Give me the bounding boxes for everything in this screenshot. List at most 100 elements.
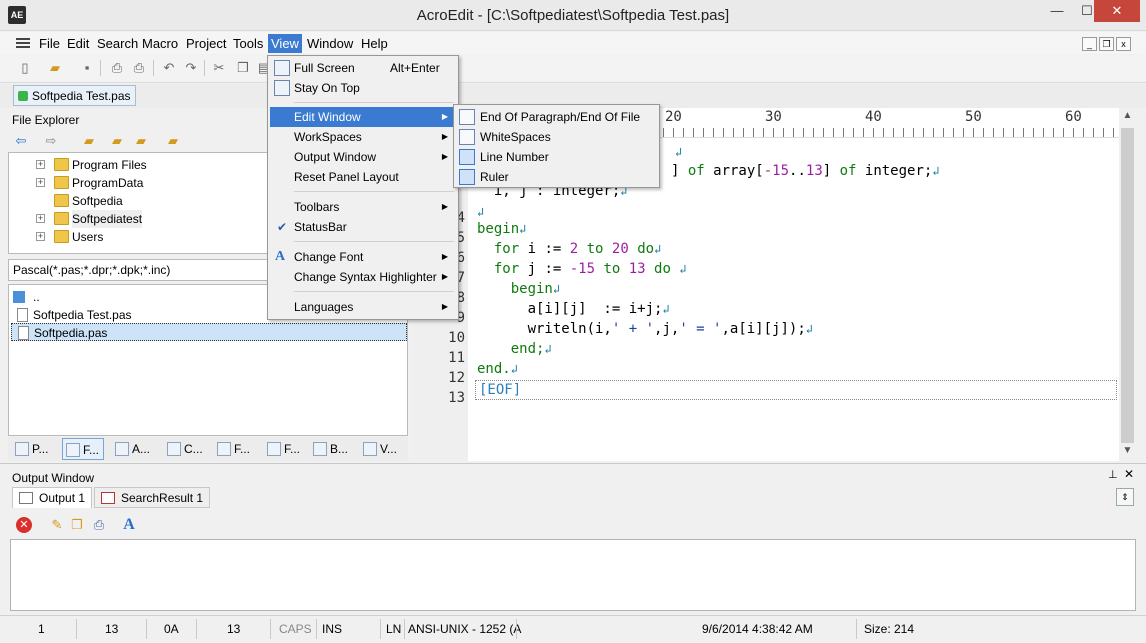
menu-edit[interactable]: Edit — [64, 34, 92, 53]
tab-c[interactable]: C... — [164, 438, 207, 460]
status-datetime: 9/6/2014 4:38:42 AM — [702, 622, 813, 636]
forward-icon[interactable]: ⇨ — [42, 132, 60, 150]
copy-output-icon[interactable]: ❐ — [68, 516, 86, 534]
add-folder-icon[interactable]: ▰ — [108, 132, 126, 150]
new-file-icon[interactable]: ▯ — [16, 59, 34, 77]
submenu-arrow-icon: ▶ — [441, 152, 448, 161]
menu-macro[interactable]: Macro — [139, 34, 181, 53]
folder-options-icon[interactable]: ▰ — [132, 132, 150, 150]
stay-on-top-icon — [274, 80, 290, 96]
print-icon[interactable]: ⎙ — [130, 59, 148, 77]
close-button[interactable]: ✕ — [1094, 0, 1140, 22]
pin-icon[interactable]: ⊥ — [1108, 468, 1118, 481]
print-preview-icon[interactable]: ⎙ — [108, 59, 126, 77]
code-line: begin↲ — [477, 281, 561, 297]
mdi-minimize-icon[interactable]: _ — [1082, 37, 1097, 51]
scroll-down-icon[interactable]: ▼ — [1119, 445, 1136, 456]
file-icon — [18, 326, 29, 340]
submenu-end-of-paragraph[interactable]: End Of Paragraph/End Of File — [456, 107, 657, 127]
output-icon — [19, 492, 33, 504]
submenu-arrow-icon: ▶ — [441, 272, 448, 281]
code-line: for i := 2 to 20 do↲ — [477, 241, 662, 257]
doc-menu-icon[interactable] — [16, 35, 32, 51]
new-folder-icon[interactable]: ▰ — [80, 132, 98, 150]
tab-output-1[interactable]: Output 1 — [12, 487, 93, 508]
copy-icon[interactable]: ❐ — [234, 59, 252, 77]
submenu-arrow-icon: ▶ — [441, 112, 448, 121]
menu-search[interactable]: Search — [94, 34, 141, 53]
mdi-close-icon[interactable]: x — [1116, 37, 1131, 51]
clip-icon — [167, 442, 181, 456]
status-col: 13 — [105, 622, 119, 636]
menu-tools[interactable]: Tools — [230, 34, 266, 53]
tab-projects[interactable]: P... — [12, 438, 52, 460]
minimize-button[interactable]: — — [1040, 0, 1074, 22]
submenu-ruler[interactable]: Ruler — [456, 167, 657, 187]
file-icon — [17, 308, 28, 322]
menu-output-window[interactable]: Output Window ▶ — [270, 147, 456, 167]
menu-edit-window[interactable]: Edit Window ▶ — [270, 107, 456, 127]
expand-icon[interactable]: + — [36, 160, 45, 169]
submenu-whitespaces[interactable]: WhiteSpaces — [456, 127, 657, 147]
redo-icon[interactable]: ↷ — [182, 59, 200, 77]
tab-b[interactable]: B... — [310, 438, 352, 460]
mdi-window-buttons: _ ❐ x — [1080, 36, 1131, 51]
menu-toolbars[interactable]: Toolbars ▶ — [270, 197, 456, 217]
clear-icon[interactable]: ✕ — [16, 517, 32, 533]
menu-change-font[interactable]: A Change Font ▶ — [270, 247, 456, 267]
scrollbar-thumb[interactable] — [1121, 128, 1134, 443]
menu-window[interactable]: Window — [304, 34, 356, 53]
tab-a[interactable]: A... — [112, 438, 154, 460]
tab-search-result-1[interactable]: SearchResult 1 — [94, 487, 211, 508]
menu-file[interactable]: File — [36, 34, 63, 53]
mdi-restore-icon[interactable]: ❐ — [1099, 37, 1114, 51]
output-tabs: Output 1 SearchResult 1 ⇕ — [8, 487, 1138, 508]
parent-folder-icon — [13, 291, 25, 303]
back-icon[interactable]: ⇦ — [12, 132, 30, 150]
expand-icon[interactable]: + — [36, 178, 45, 187]
font-icon[interactable]: A — [120, 516, 138, 534]
undo-icon[interactable]: ↶ — [160, 59, 178, 77]
code-line: end;↲ — [477, 341, 552, 357]
output-close-icon[interactable]: ✕ — [1124, 467, 1134, 481]
menu-project[interactable]: Project — [183, 34, 229, 53]
expand-icon[interactable]: + — [36, 232, 45, 241]
favorites-folder-icon[interactable]: ▰ — [164, 132, 182, 150]
status-line: 1 — [38, 622, 45, 636]
document-tab[interactable]: Softpedia Test.pas — [13, 85, 136, 106]
output-dropdown-icon[interactable]: ⇕ — [1116, 488, 1134, 506]
menu-view[interactable]: View — [268, 34, 302, 53]
folder-icon — [54, 158, 69, 171]
menu-full-screen[interactable]: Full Screen Alt+Enter — [270, 58, 456, 78]
output-text-area[interactable] — [10, 539, 1136, 611]
tab-f1[interactable]: F... — [214, 438, 254, 460]
code-line: end.↲ — [477, 361, 518, 377]
menu-reset-panel-layout[interactable]: Reset Panel Layout — [270, 167, 456, 187]
tab-v[interactable]: V... — [360, 438, 401, 460]
menu-stay-on-top[interactable]: Stay On Top — [270, 78, 456, 98]
print-output-icon[interactable]: ⎙ — [90, 516, 108, 534]
expand-icon[interactable]: + — [36, 214, 45, 223]
tab-ftp[interactable]: F... — [264, 438, 304, 460]
pascal-file-icon — [18, 91, 28, 101]
submenu-line-number[interactable]: Line Number — [456, 147, 657, 167]
status-encoding[interactable]: ANSI-UNIX - 1252 (A — [408, 620, 521, 638]
bookmark-icon — [313, 442, 327, 456]
scroll-up-icon[interactable]: ▲ — [1119, 110, 1136, 121]
ftp-icon — [267, 442, 281, 456]
menu-languages[interactable]: Languages ▶ — [270, 297, 456, 317]
cut-icon[interactable]: ✂ — [210, 59, 228, 77]
menu-help[interactable]: Help — [358, 34, 391, 53]
edit-icon[interactable]: ✎ — [48, 516, 66, 534]
code-line: ] of array[-15..13] of integer;↲ — [671, 163, 940, 179]
output-toolbar: ✕ ✎ ❐ ⎙ A — [8, 512, 1138, 538]
open-folder-icon[interactable]: ▰ — [46, 59, 64, 77]
save-icon[interactable]: ▪ — [78, 59, 96, 77]
menu-change-syntax-highlighter[interactable]: Change Syntax Highlighter ▶ — [270, 267, 456, 287]
eof-marker: [EOF] — [479, 382, 522, 398]
tab-file-explorer[interactable]: F... — [62, 438, 105, 460]
menu-workspaces[interactable]: WorkSpaces ▶ — [270, 127, 456, 147]
list-item-selected[interactable]: Softpedia.pas — [11, 323, 407, 341]
menu-statusbar[interactable]: ✔ StatusBar — [270, 217, 456, 237]
code-line: ↲ — [477, 205, 485, 219]
